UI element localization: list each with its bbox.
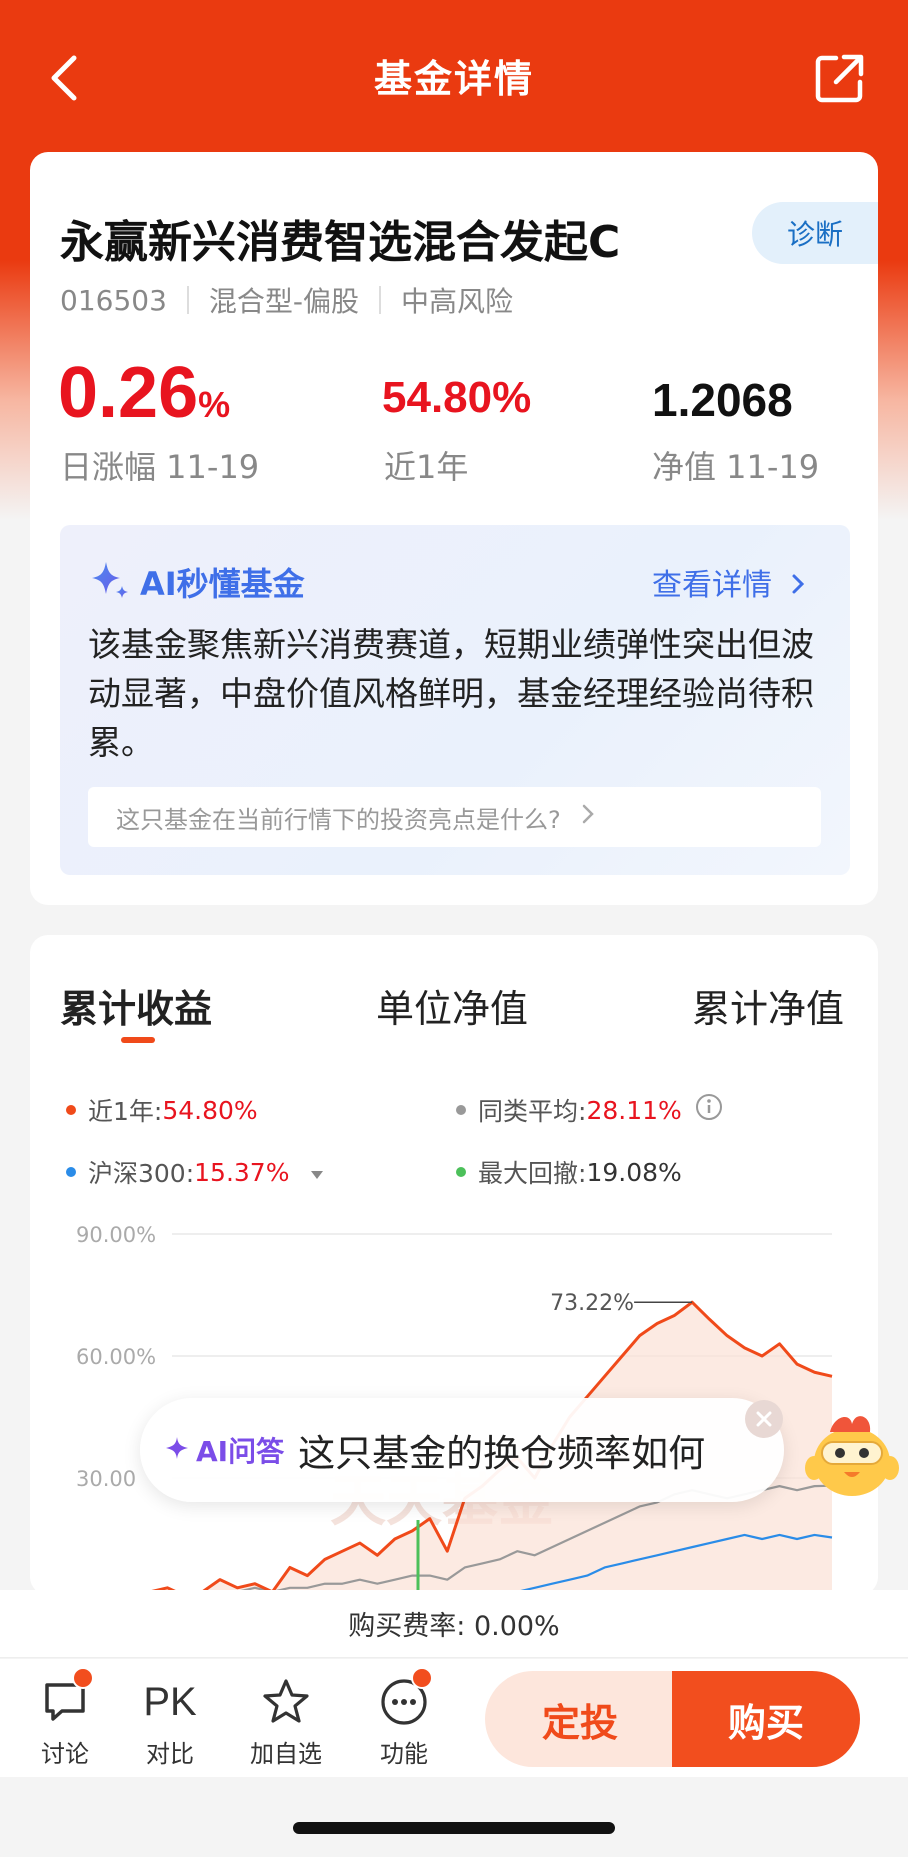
tab-cumulative-return[interactable]: 累计收益 [60,978,212,1033]
daily-change-unit: % [198,384,231,425]
fund-code: 016503 [60,283,167,317]
nav-label: 对比 [146,1740,194,1768]
one-year-return-value: 54.80% [382,373,532,422]
nav-add-watchlist[interactable]: 加自选 [241,1676,331,1769]
nav-functions[interactable]: 功能 [359,1676,449,1769]
home-indicator-area [0,1777,908,1857]
ai-summary-header: AI秒懂基金 [88,558,305,606]
mascot-avatar-icon[interactable] [800,1402,904,1506]
legend-peer-average: 同类平均: 28.11% [456,1092,724,1128]
legend-dot [456,1105,466,1115]
share-icon[interactable] [814,52,866,104]
ai-question-text: 这只基金在当前行情下的投资亮点是什么? [116,805,561,834]
divider [186,286,189,314]
legend-label: 沪深300: [88,1159,195,1188]
legend-dot [456,1167,466,1177]
legend-value: 54.80% [162,1095,258,1125]
tab-unit-nav[interactable]: 单位净值 [376,978,528,1033]
pk-icon: PK [125,1676,215,1728]
home-indicator[interactable] [293,1822,615,1834]
fund-risk: 中高风险 [401,285,514,318]
nav-label: 讨论 [41,1740,89,1768]
ai-qa-prompt[interactable]: AI问答 这只基金的换仓频率如何 [140,1398,784,1502]
more-icon [359,1676,449,1728]
ai-qa-tag: AI问答 [196,1435,285,1468]
nav-label: 净值 11-19 [652,448,820,486]
chat-icon [20,1676,110,1728]
legend-value: 19.08% [586,1157,682,1187]
nav-label: 加自选 [250,1740,322,1768]
nav-discuss[interactable]: 讨论 [20,1676,110,1769]
purchase-fee-text: 购买费率: 0.00% [348,1611,560,1642]
fund-meta-row: 016503 混合型-偏股 中高风险 [60,280,513,320]
one-year-return-label: 近1年 [384,448,469,486]
legend-hs300[interactable]: 沪深300: 15.37% [66,1154,325,1190]
notification-badge [72,1667,94,1689]
daily-change-number: 0.26 [58,353,199,433]
active-tab-indicator [121,1037,155,1043]
page-title: 基金详情 [373,57,534,101]
sparkle-icon [88,558,132,606]
caret-down-icon[interactable] [309,1158,325,1187]
legend-label: 近1年: [88,1097,163,1126]
pk-icon-text: PK [143,1679,197,1724]
buy-button[interactable]: 购买 [672,1671,860,1767]
legend-dot [66,1167,76,1177]
ai-summary-title: AI秒懂基金 [140,565,305,603]
nav-label: 功能 [380,1740,428,1768]
nav-value: 1.2068 [652,374,793,426]
notification-badge [411,1667,433,1689]
auto-invest-button[interactable]: 定投 [485,1671,675,1767]
nav-compare[interactable]: PK 对比 [125,1676,215,1769]
view-details-link[interactable]: 查看详情 [652,560,806,604]
ai-suggested-question[interactable]: 这只基金在当前行情下的投资亮点是什么? [88,787,821,847]
legend-value: 15.37% [194,1157,290,1187]
chevron-right-icon [790,569,806,604]
legend-max-drawdown: 最大回撤: 19.08% [456,1154,682,1190]
legend-one-year: 近1年: 54.80% [66,1092,258,1128]
diagnose-button[interactable]: 诊断 [752,202,878,264]
daily-change-value: 0.26% [58,352,230,434]
legend-label: 同类平均: [478,1097,587,1126]
daily-change-label: 日涨幅 11-19 [60,448,260,486]
chevron-right-icon [581,803,595,831]
legend-label: 最大回撤: [478,1159,587,1188]
legend-value: 28.11% [586,1095,682,1125]
info-icon[interactable] [694,1092,724,1128]
star-icon [241,1676,331,1728]
legend-dot [66,1105,76,1115]
ai-summary-text: 该基金聚焦新兴消费赛道，短期业绩弹性突出但波动显著，中盘价值风格鲜明，基金经理经… [88,625,814,762]
purchase-fee-bar: 购买费率: 0.00% [0,1590,908,1658]
fund-type: 混合型-偏股 [208,285,359,318]
divider [379,286,381,314]
fund-name: 永赢新兴消费智选混合发起C [60,217,621,268]
tab-accumulated-nav[interactable]: 累计净值 [692,978,844,1033]
ai-qa-question: 这只基金的换仓频率如何 [298,1432,706,1475]
top-bar: 基金详情 [0,0,908,150]
view-details-label: 查看详情 [652,568,772,603]
sparkle-icon [164,1435,190,1465]
close-icon[interactable] [745,1400,783,1438]
